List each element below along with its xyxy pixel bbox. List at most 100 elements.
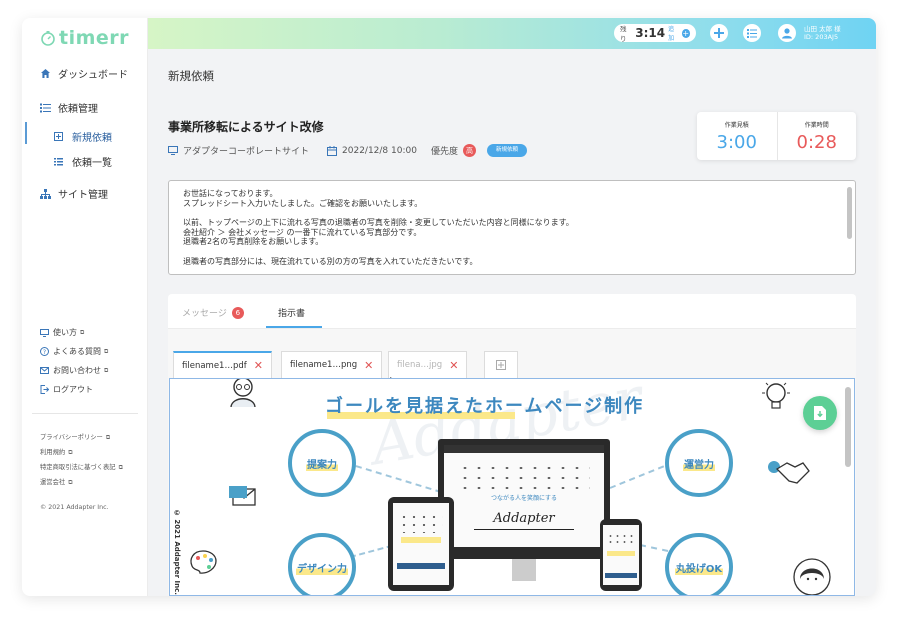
remaining-time: 3:14 <box>635 26 666 40</box>
description-paragraph: 以前、トップページの上下に流れる写真の退職者の写真を削除・変更していただいた内容… <box>183 218 574 246</box>
file-preview[interactable]: Addapter ゴールを見据えたホームページ制作 提案力 運営力 デザイン力 … <box>169 378 855 596</box>
active-indicator <box>25 122 27 144</box>
tab-messages[interactable]: メッセージ 6 <box>182 306 244 319</box>
help-link-label: よくある質問 <box>53 347 101 356</box>
file-name: filena…jpg <box>397 360 443 370</box>
feature-bubble: 運営力 <box>665 429 733 497</box>
external-link-icon: ⧉ <box>104 366 109 374</box>
list-icon <box>54 157 64 166</box>
close-icon[interactable]: ✕ <box>254 359 263 372</box>
priority-badge: 高 <box>462 144 476 157</box>
desktop-mockup: つながる人を笑顔にする Addapter <box>438 439 610 581</box>
feature-label: 提案力 <box>306 455 338 471</box>
sidebar-subitem-new-request[interactable]: 新規依頼 <box>54 129 112 144</box>
sidebar-subitem-request-list[interactable]: 依頼一覧 <box>54 154 112 169</box>
add-time-icon[interactable]: + <box>681 28 690 38</box>
home-icon <box>38 68 52 79</box>
legal-link-privacy[interactable]: プライバシーポリシー ⧉ <box>40 432 110 442</box>
person-illustration-icon <box>230 379 256 407</box>
external-link-icon: ⧉ <box>80 328 85 336</box>
sidebar-subitem-label: 依頼一覧 <box>72 158 112 169</box>
top-bar: 残り 3:14 追加 + 山田 太郎 様 ID: 203AJ5 <box>148 18 876 49</box>
list-button[interactable] <box>743 24 761 42</box>
legal-link-company[interactable]: 運営会社 ⧉ <box>40 477 72 487</box>
feature-label: 運営力 <box>683 455 715 471</box>
sidebar-item-site-management[interactable]: サイト管理 <box>38 186 108 201</box>
palette-icon <box>190 550 217 574</box>
message-count-badge: 6 <box>231 306 244 319</box>
copyright: © 2021 Addapter Inc. <box>40 504 109 511</box>
sidebar-item-label: 依頼管理 <box>58 104 98 115</box>
connector-line <box>609 465 665 489</box>
remaining-time-pill[interactable]: 残り 3:14 追加 + <box>614 24 696 43</box>
worktime-value: 0:28 <box>796 132 837 153</box>
site-name: アダプターコーポレートサイト <box>183 147 310 157</box>
download-file-icon <box>814 406 826 420</box>
sidebar-item-label: サイト管理 <box>58 190 108 201</box>
file-name: filename1…pdf <box>182 360 247 371</box>
request-datetime: 2022/12/8 10:00 <box>342 145 417 156</box>
lightbulb-icon <box>762 382 790 409</box>
tab-bar: メッセージ 6 指示書 <box>168 294 856 329</box>
user-icon <box>778 24 796 42</box>
add-file-tab-button[interactable] <box>484 351 518 378</box>
person-avatar-icon <box>793 558 831 595</box>
description-paragraph: 退職者の写真部分には、現在流れている別の方の写真を入れていただきたいです。 <box>183 256 478 266</box>
tab-label: メッセージ <box>182 309 227 319</box>
close-icon[interactable]: ✕ <box>449 359 458 372</box>
request-meta: アダプターコーポレートサイト 2022/12/8 10:00 優先度 高 新規依… <box>168 144 527 157</box>
monitor-stand <box>512 559 536 581</box>
legal-link-label: プライバシーポリシー <box>40 434 103 441</box>
external-link-icon: ⧉ <box>104 347 109 355</box>
sidebar-item-requests[interactable]: 依頼管理 <box>38 100 98 115</box>
add-time-label: 追加 <box>668 26 675 42</box>
detail-panel: メッセージ 6 指示書 filename1…pdf ✕ filename1…pn… <box>168 294 856 596</box>
status-badge: 新規依頼 <box>486 144 527 157</box>
feature-bubble: デザイン力 <box>288 533 356 595</box>
preview-title: ゴールを見据えたホームページ制作 <box>325 396 645 417</box>
legal-link-terms[interactable]: 利用規約 ⧉ <box>40 447 72 457</box>
logout-icon <box>40 385 50 394</box>
logout-link[interactable]: ログアウト <box>40 384 93 395</box>
legal-link-label: 利用規約 <box>40 449 66 456</box>
download-button[interactable] <box>803 396 837 430</box>
user-menu[interactable]: 山田 太郎 様 ID: 203AJ5 <box>778 24 841 42</box>
preview-brand: Addapter <box>493 511 555 526</box>
worktime-stat: 作業時間 0:28 <box>776 112 857 160</box>
close-icon[interactable]: ✕ <box>364 359 373 372</box>
question-circle-icon: ? <box>40 347 50 356</box>
help-link-label: ログアウト <box>53 385 93 394</box>
request-description[interactable]: お世話になっております。 スプレッドシート入力いたしました。ご確認をお願いいたし… <box>168 180 856 275</box>
add-button[interactable] <box>710 24 728 42</box>
monitor-icon <box>168 146 178 155</box>
sitemap-icon <box>38 188 52 199</box>
file-tab[interactable]: filename1…png ✕ <box>281 351 383 378</box>
sidebar-item-dashboard[interactable]: ダッシュボード <box>38 66 128 81</box>
preview-scrollbar[interactable] <box>845 387 851 467</box>
file-tab[interactable]: filename1…pdf ✕ <box>173 351 272 378</box>
phone-mockup <box>600 519 642 591</box>
calendar-icon <box>327 145 338 156</box>
add-square-icon <box>54 132 64 141</box>
description-scrollbar[interactable] <box>847 187 852 239</box>
logo-text: timerr <box>59 27 130 49</box>
plus-icon <box>714 28 724 38</box>
connector-line <box>349 544 393 558</box>
sidebar-item-label: ダッシュボード <box>58 70 128 81</box>
mail-icon <box>40 367 50 374</box>
feature-label: 丸投げOK <box>674 559 724 575</box>
remaining-label: 残り <box>620 25 627 43</box>
logo[interactable]: timerr <box>40 27 129 49</box>
tablet-mockup <box>388 497 454 591</box>
external-link-icon: ⧉ <box>118 464 123 471</box>
file-tab[interactable]: filena…jpg ✕ <box>388 351 468 378</box>
external-link-icon: ⧉ <box>68 449 73 456</box>
legal-link-tokushoho[interactable]: 特定商取引法に基づく表記 ⧉ <box>40 462 123 472</box>
stopwatch-icon <box>41 31 55 46</box>
tab-instructions[interactable]: 指示書 <box>278 306 305 319</box>
help-link-contact[interactable]: お問い合わせ ⧉ <box>40 365 108 376</box>
help-link-howto[interactable]: 使い方 ⧉ <box>40 327 84 338</box>
help-link-faq[interactable]: ? よくある質問 ⧉ <box>40 346 108 357</box>
list-icon <box>38 103 52 113</box>
preview-tagline: つながる人を笑顔にする <box>490 495 558 502</box>
